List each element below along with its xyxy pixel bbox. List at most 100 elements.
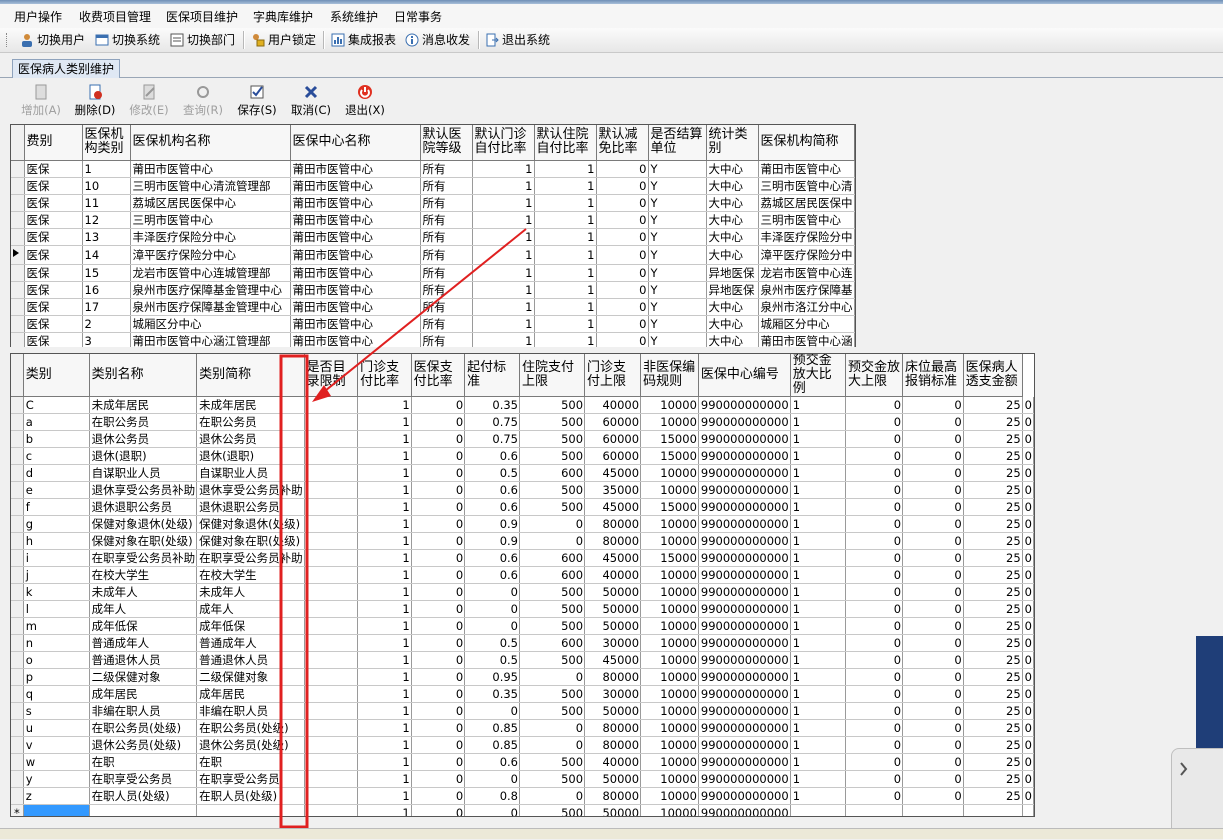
grid2-cell[interactable]: 0 [845,719,904,737]
grid2-cell[interactable]: 10000 [640,617,699,635]
grid1-cell[interactable]: 三明市医管中心 [130,211,291,229]
grid2-cell[interactable]: 0 [845,702,904,720]
grid2-cell[interactable]: 25 [963,787,1023,805]
grid2-cell[interactable]: 600 [519,464,586,482]
grid2-cell[interactable]: 80000 [584,668,642,686]
grid1-cell[interactable]: 医保 [24,298,83,316]
grid2-cell[interactable]: 0 [464,600,520,618]
grid2-column-header[interactable]: 医保中心编号 [698,354,791,397]
grid1-cell[interactable]: 大中心 [706,228,759,246]
grid2-cell[interactable]: 0 [902,651,964,669]
grid2-cell[interactable] [89,804,198,816]
grid2-cell[interactable]: 1 [790,447,846,465]
grid1-cell[interactable]: 泉州市洛江分中心 [758,298,855,316]
grid2-cell[interactable]: 普通成年人 [196,634,305,652]
grid2-cell[interactable]: 45000 [584,651,642,669]
grid1-cell[interactable]: 0 [596,160,649,178]
grid2-cell[interactable]: 1 [790,770,846,788]
grid2-column-header[interactable]: 床位最高报销标准 [902,354,964,397]
grid1-cell[interactable]: Y [648,245,707,265]
grid2-cell[interactable]: 1 [357,702,412,720]
table-row[interactable]: 医保 3 莆田市医管中心涵江管理部 莆田市医管中心 所有 1 1 0 Y 大中心 莆田市医管中心涵 [11,332,855,347]
grid2-cell[interactable]: c [23,447,90,465]
table-row[interactable]: d 自谋职业人员 自谋职业人员 1 0 0.5 600 45000 10000 990000000… [11,464,1034,482]
grid2-cell[interactable]: 990000000000 [698,736,791,754]
grid2-cell[interactable]: 25 [963,651,1023,669]
grid2-cell[interactable]: 0.6 [464,498,520,516]
grid2-cell[interactable]: 成年低保 [196,617,305,635]
grid2-cell[interactable]: o [23,651,90,669]
grid2-column-header[interactable]: 门诊支付比率 [357,354,412,397]
grid1-cell[interactable]: Y [648,264,707,282]
grid1-cell[interactable]: 大中心 [706,332,759,347]
grid1-cell[interactable]: 莆田市医管中心 [290,211,421,229]
grid1-cell[interactable]: 所有 [420,177,473,195]
grid2-cell[interactable]: 25 [963,430,1023,448]
grid2-cell[interactable]: 990000000000 [698,804,791,816]
grid2-cell[interactable]: 0.95 [464,668,520,686]
grid2-cell[interactable]: 50000 [584,702,642,720]
grid1-cell[interactable]: Y [648,228,707,246]
grid2-cell[interactable]: 1 [357,515,412,533]
grid2-cell[interactable]: 500 [519,651,586,669]
grid2-cell[interactable]: 990000000000 [698,515,791,533]
grid2-column-header[interactable]: 起付标准 [464,354,520,397]
grid2-cell[interactable]: w [23,753,90,771]
grid2-cell[interactable] [304,447,359,465]
grid2-cell[interactable]: 保健对象退休(处级) [89,515,198,533]
grid2-cell[interactable] [304,532,359,550]
grid2-cell[interactable] [304,396,359,414]
table-row[interactable]: 医保 17 泉州市医疗保障基金管理中心 莆田市医管中心 所有 1 1 0 Y 大中心 泉州市洛江分中… [11,298,855,316]
grid1-cell[interactable]: 莆田市医管中心涵江管理部 [130,332,291,347]
grid2-cell[interactable]: 0 [902,515,964,533]
grid2-cell[interactable]: 1 [790,787,846,805]
grid1-cell[interactable]: 荔城区居民医保中心 [130,194,291,212]
grid2-cell[interactable] [304,464,359,482]
grid2-cell[interactable]: 0.6 [464,481,520,499]
splitter[interactable] [10,347,1223,352]
grid2-cell[interactable]: 990000000000 [698,600,791,618]
grid2-cell[interactable]: 80000 [584,719,642,737]
grid2-cell[interactable]: 25 [963,668,1023,686]
grid1-cell[interactable]: 1 [472,281,535,299]
grid2-cell[interactable]: 二级保健对象 [196,668,305,686]
grid2-cell[interactable]: 0 [1022,736,1034,754]
grid1-cell[interactable]: 莆田市医管中心 [290,281,421,299]
table-row[interactable]: f 退休退职公务员 退休退职公务员 1 0 0.6 500 45000 15000 9900000… [11,498,1034,516]
grid2-cell[interactable]: 普通退休人员 [89,651,198,669]
grid2-cell[interactable]: n [23,634,90,652]
grid2-cell[interactable]: 25 [963,498,1023,516]
grid2-cell[interactable]: 10000 [640,804,699,816]
grid2-cell[interactable]: 1 [357,753,412,771]
table-row[interactable]: a 在职公务员 在职公务员 1 0 0.75 500 60000 10000 9900000000… [11,413,1034,431]
grid1-cell[interactable]: 0 [596,315,649,333]
grid2-cell[interactable]: 990000000000 [698,770,791,788]
table-row[interactable]: 医保 1 莆田市医管中心 莆田市医管中心 所有 1 1 0 Y 大中心 莆田市医管中心 [11,160,855,178]
grid2-cell[interactable]: 0 [1022,685,1034,703]
menu-user-ops[interactable]: 用户操作 [14,8,62,25]
grid2-cell[interactable] [304,481,359,499]
grid2-cell[interactable]: 0.8 [464,787,520,805]
grid1-cell[interactable]: 大中心 [706,315,759,333]
table-row[interactable]: b 退休公务员 退休公务员 1 0 0.75 500 60000 15000 9900000000… [11,430,1034,448]
grid2-cell[interactable]: 1 [790,600,846,618]
grid2-cell[interactable]: 在校大学生 [196,566,305,584]
menu-insurance-items[interactable]: 医保项目维护 [166,8,238,25]
grid2-cell[interactable]: 0 [411,464,466,482]
row-indicator[interactable] [11,315,25,333]
grid2-cell[interactable]: 普通退休人员 [196,651,305,669]
grid2-cell[interactable]: 0 [845,736,904,754]
grid1-cell[interactable]: 三明市医管中心清 [758,177,855,195]
grid2-cell[interactable]: 0 [902,770,964,788]
grid2-cell[interactable]: 0.85 [464,736,520,754]
grid2-cell[interactable]: 0 [1022,617,1034,635]
grid2-cell[interactable]: 25 [963,464,1023,482]
grid1-cell[interactable]: 1 [534,245,597,265]
grid2-cell[interactable]: 990000000000 [698,702,791,720]
grid2-cell[interactable]: 1 [357,481,412,499]
grid2-cell[interactable]: 非编在职人员 [89,702,198,720]
grid2-cell[interactable]: 1 [357,634,412,652]
grid1-cell[interactable]: 城厢区分中心 [758,315,855,333]
table-row[interactable]: s 非编在职人员 非编在职人员 1 0 0 500 50000 10000 99000000000… [11,702,1034,720]
grid2-cell[interactable]: 0 [519,515,586,533]
